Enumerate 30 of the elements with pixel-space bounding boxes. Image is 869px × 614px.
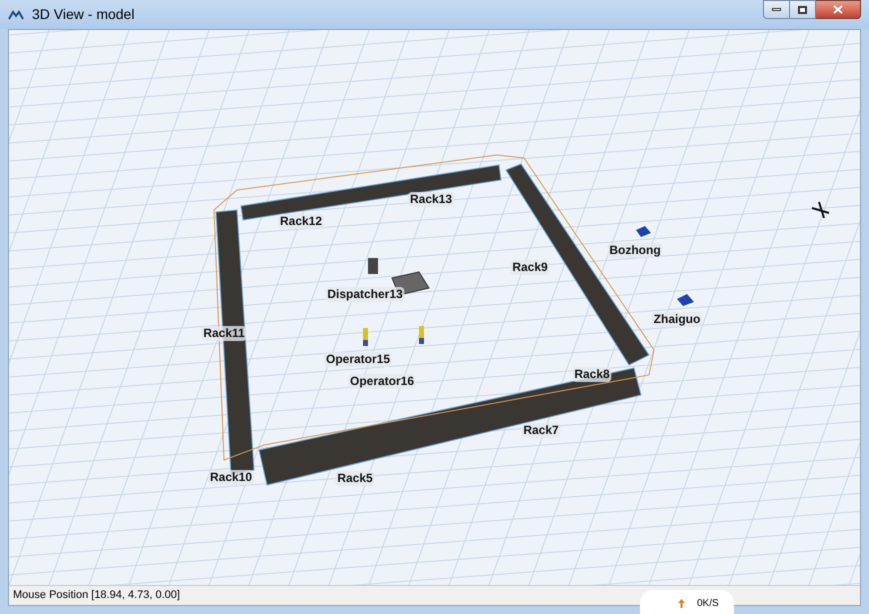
object-label: Operator16 xyxy=(348,374,416,390)
minimize-button[interactable] xyxy=(763,0,790,19)
conveyor-pad xyxy=(636,226,651,238)
object-label: Rack8 xyxy=(572,367,612,382)
object-label: Rack10 xyxy=(208,470,254,486)
object-label: Rack11 xyxy=(201,326,247,342)
operator-figure xyxy=(419,326,424,344)
3d-viewport[interactable]: Rack13 Rack12 Bozhong Rack9 Dispatcher13 Zhaiguo Rack11 Operator15 Rack8 Operator16 Rack7 Rack10 Rack5 xyxy=(9,30,860,586)
object-label: Zhaiguo xyxy=(652,312,702,328)
window-title: 3D View - model xyxy=(32,5,134,24)
close-button[interactable] xyxy=(816,0,861,19)
object-label: Rack9 xyxy=(510,260,550,276)
object-label: Bozhong xyxy=(607,243,663,258)
upload-arrow-icon xyxy=(678,598,685,608)
object-label: Rack12 xyxy=(278,214,324,230)
app-logo-icon xyxy=(8,10,24,20)
conveyor-pad xyxy=(677,294,694,306)
network-speed-text: 0K/S xyxy=(697,596,719,611)
close-icon xyxy=(833,5,843,14)
object-label: Rack5 xyxy=(335,471,375,486)
object-label: Rack13 xyxy=(408,192,454,208)
object-label: Rack7 xyxy=(521,423,561,438)
object-label: Dispatcher13 xyxy=(325,287,405,302)
object-label: Operator15 xyxy=(324,352,392,368)
minimize-icon xyxy=(772,8,781,11)
mouse-position-text: Mouse Position [18.94, 4.73, 0.00] xyxy=(13,588,180,604)
maximize-button[interactable] xyxy=(790,0,816,19)
operator-figure xyxy=(363,328,368,346)
maximize-icon xyxy=(798,6,807,14)
camera-marker-icon xyxy=(811,201,830,220)
